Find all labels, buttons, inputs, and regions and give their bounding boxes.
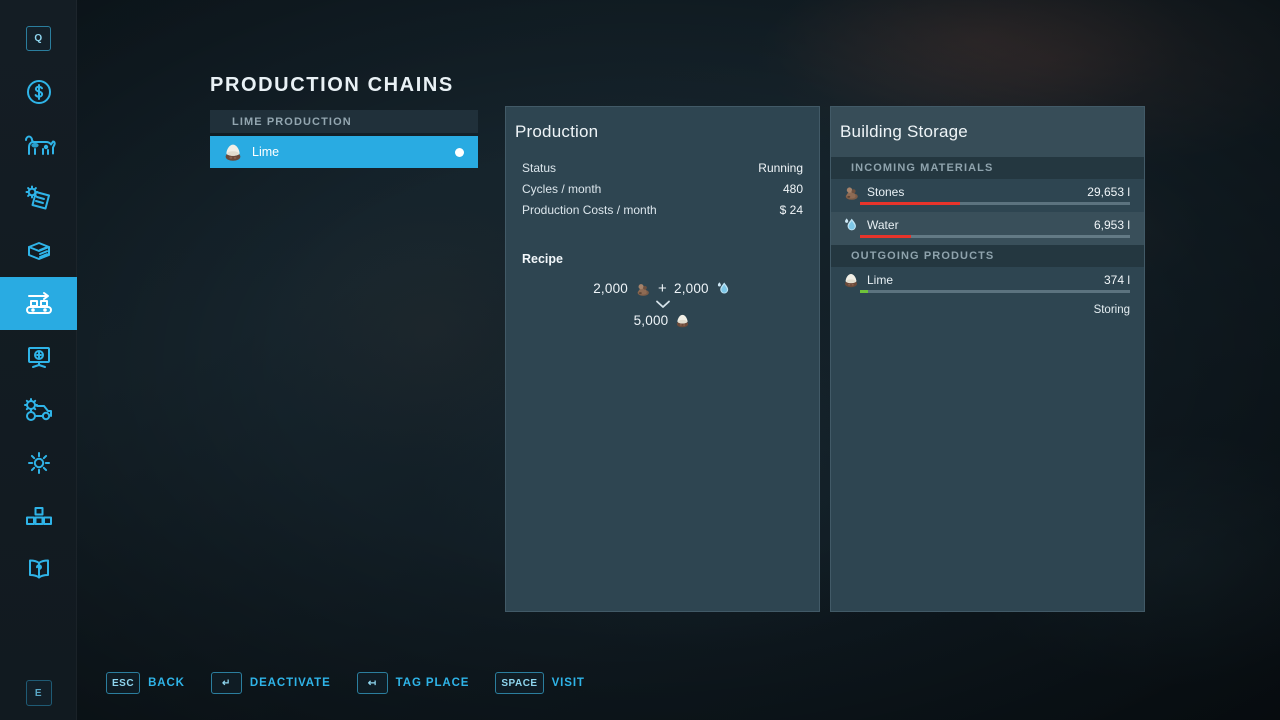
hint-tag-place[interactable]: ↤ TAG PLACE [357, 672, 470, 694]
production-panel-title: Production [506, 107, 819, 157]
storage-fill-bar-value [860, 202, 960, 205]
storage-fill-bar-value [860, 235, 911, 238]
sidebar-item-animals[interactable] [0, 118, 77, 171]
page-title: PRODUCTION CHAINS [210, 74, 454, 97]
storage-row-amount: 29,653 l [1087, 185, 1130, 199]
sidebar-bottom-key-wrap: E [0, 680, 77, 706]
gear-icon [24, 448, 54, 478]
chain-row-label: Lime [252, 145, 455, 159]
storage-row-status: Storing [831, 300, 1144, 316]
storage-row-name: Lime [867, 273, 1104, 287]
storage-row-amount: 374 l [1104, 273, 1130, 287]
help-book-icon [23, 554, 55, 584]
stones-icon [634, 280, 651, 297]
stat-value-cycles: 480 [783, 182, 803, 196]
hint-label: VISIT [552, 677, 585, 689]
section-header-incoming: INCOMING MATERIALS [831, 157, 1144, 179]
storage-row-stones[interactable]: Stones 29,653 l [831, 179, 1144, 212]
section-header-outgoing: OUTGOING PRODUCTS [831, 245, 1144, 267]
storage-row-name: Water [867, 218, 1094, 232]
stat-value-costs: $ 24 [780, 203, 803, 217]
sidebar-item-statistics[interactable] [0, 330, 77, 383]
sidebar-item-production[interactable] [0, 277, 77, 330]
sidebar-item-help[interactable] [0, 542, 77, 595]
stat-label-cycles: Cycles / month [522, 182, 601, 196]
stones-icon [842, 183, 860, 201]
recipe-chevron-down-icon [522, 299, 803, 309]
lime-icon [842, 271, 860, 289]
presentation-board-icon [24, 342, 54, 372]
dollar-circle-icon [25, 78, 53, 106]
sidebar-item-vehicles[interactable] [0, 383, 77, 436]
recipe-inputs-line: 2,000 + 2,000 [522, 280, 803, 297]
recipe-block: 2,000 + 2,000 [522, 280, 803, 329]
enter-key-icon: ↵ [211, 672, 242, 694]
storage-panel-title: Building Storage [831, 107, 1144, 157]
keybind-hint-bar: ESC BACK ↵ DEACTIVATE ↤ TAG PLACE SPACE … [106, 672, 585, 694]
esc-key-icon: ESC [106, 672, 140, 694]
stat-row-status: Status Running [522, 157, 803, 178]
blocks-grid-icon [24, 503, 54, 529]
documents-icon [23, 237, 55, 265]
hint-label: TAG PLACE [396, 677, 470, 689]
left-sidebar: Q [0, 0, 77, 720]
cow-icon [22, 131, 56, 159]
water-drop-icon [715, 280, 732, 297]
storage-fill-bar [860, 202, 1130, 205]
stat-row-cycles: Cycles / month 480 [522, 178, 803, 199]
backspace-key-icon: ↤ [357, 672, 388, 694]
storage-row-lime[interactable]: Lime 374 l [831, 267, 1144, 300]
conveyor-belt-icon [22, 289, 56, 319]
sidebar-item-settings[interactable] [0, 436, 77, 489]
chain-group-header: LIME PRODUCTION [210, 110, 478, 133]
sidebar-item-quests[interactable]: Q [0, 12, 77, 65]
storage-fill-bar-value [860, 290, 868, 293]
space-key-icon: SPACE [495, 672, 543, 694]
building-storage-panel: Building Storage INCOMING MATERIALS Ston… [830, 106, 1145, 612]
production-chain-list: LIME PRODUCTION Lime [210, 110, 478, 168]
storage-fill-bar [860, 235, 1130, 238]
recipe-input-1-amount: 2,000 [593, 281, 628, 296]
stat-row-costs: Production Costs / month $ 24 [522, 199, 803, 220]
lime-icon [674, 312, 691, 329]
sidebar-item-contracts[interactable] [0, 171, 77, 224]
stat-label-costs: Production Costs / month [522, 203, 657, 217]
production-panel: Production Status Running Cycles / month… [505, 106, 820, 612]
storage-fill-bar [860, 290, 1130, 293]
lime-icon [222, 141, 244, 163]
stat-value-status: Running [758, 161, 803, 175]
hint-back[interactable]: ESC BACK [106, 672, 185, 694]
q-key-icon: Q [26, 26, 51, 51]
recipe-input-2-amount: 2,000 [674, 281, 709, 296]
storage-row-name: Stones [867, 185, 1087, 199]
sidebar-item-finances[interactable] [0, 65, 77, 118]
sidebar-item-construction[interactable] [0, 489, 77, 542]
hint-label: DEACTIVATE [250, 677, 331, 689]
production-chains-screen: Q [0, 0, 1280, 720]
chain-status-dot [455, 148, 464, 157]
hint-visit[interactable]: SPACE VISIT [495, 672, 584, 694]
storage-row-water[interactable]: Water 6,953 l [831, 212, 1144, 245]
tractor-gear-icon [22, 395, 56, 425]
storage-row-amount: 6,953 l [1094, 218, 1130, 232]
hint-label: BACK [148, 677, 185, 689]
recipe-outputs-line: 5,000 [522, 312, 803, 329]
sidebar-item-documents[interactable] [0, 224, 77, 277]
recipe-title: Recipe [522, 252, 803, 266]
gear-document-icon [23, 183, 55, 213]
hint-deactivate[interactable]: ↵ DEACTIVATE [211, 672, 331, 694]
stat-label-status: Status [522, 161, 556, 175]
e-key-icon[interactable]: E [26, 680, 52, 706]
water-drop-icon [842, 216, 860, 234]
recipe-plus-sign: + [657, 280, 668, 297]
chain-row-lime[interactable]: Lime [210, 136, 478, 168]
recipe-output-1-amount: 5,000 [634, 313, 669, 328]
production-stats: Status Running Cycles / month 480 Produc… [506, 157, 819, 329]
